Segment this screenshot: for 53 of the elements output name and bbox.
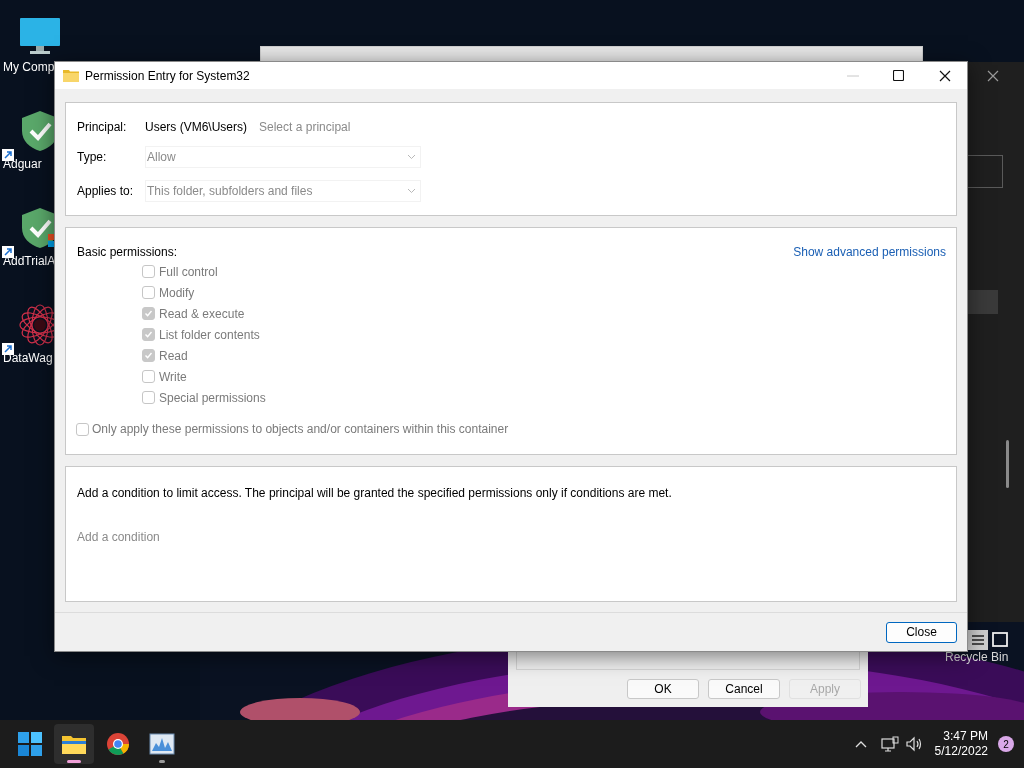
field-label: Applies to: xyxy=(77,183,135,201)
shortcut-arrow-icon xyxy=(2,149,14,161)
check-icon xyxy=(144,309,153,319)
desktop-icon-label[interactable]: Adguar xyxy=(0,155,42,173)
field-label: Principal: xyxy=(77,119,128,137)
shortcut-arrow-icon xyxy=(2,246,14,258)
close-button[interactable]: Close xyxy=(886,621,957,643)
checkbox-label: Read xyxy=(159,347,188,365)
checkbox-label: Read & execute xyxy=(159,305,245,323)
speaker-icon[interactable] xyxy=(904,736,923,752)
network-icon[interactable] xyxy=(880,736,899,752)
clock-time[interactable]: 3:47 PM xyxy=(943,729,988,744)
close-icon[interactable] xyxy=(939,69,951,82)
checkbox-label: Write xyxy=(159,368,187,386)
checkbox-label: Modify xyxy=(159,284,195,302)
notification-count[interactable]: 2 xyxy=(998,736,1014,752)
window-title: Permission Entry for System32 xyxy=(85,67,250,85)
link[interactable]: Select a principal xyxy=(259,118,351,137)
section-heading: Basic permissions: xyxy=(77,244,178,262)
scrollbar-thumb[interactable] xyxy=(1006,440,1009,488)
folder-icon[interactable] xyxy=(61,733,87,755)
checkbox-label: Special permissions xyxy=(159,389,266,407)
chevron-down-icon xyxy=(407,188,416,195)
taskbar-button[interactable] xyxy=(54,724,94,764)
monitor-icon xyxy=(18,16,62,56)
chevron-down-icon xyxy=(407,154,416,161)
desktop-icon-label[interactable]: DataWag xyxy=(0,349,53,367)
maximize-icon[interactable] xyxy=(893,70,904,82)
check-icon xyxy=(144,351,153,361)
close-icon[interactable] xyxy=(987,70,999,82)
principal-value: Users (VM6\Users) xyxy=(145,119,247,137)
checkbox-label: List folder contents xyxy=(159,326,260,344)
checkbox-label: Only apply these permissions to objects and/or containers within this container xyxy=(92,421,509,439)
desktop-icon-label[interactable]: AddTrialA xyxy=(0,252,56,270)
desktop-icon-label[interactable]: Recycle Bin xyxy=(945,648,1009,666)
folder-icon xyxy=(63,69,79,83)
browser-icon[interactable] xyxy=(106,732,130,756)
windows-start-icon[interactable] xyxy=(18,732,42,756)
dialog-button[interactable]: Cancel xyxy=(708,679,780,699)
chart-window-icon[interactable] xyxy=(149,733,175,755)
condition-description: Add a condition to limit access. The principal will be granted the specified permissions only if conditions are met. xyxy=(77,485,673,503)
dialog-button[interactable]: OK xyxy=(627,679,699,699)
clock-date[interactable]: 5/12/2022 xyxy=(934,744,988,759)
chevron-up-icon[interactable] xyxy=(854,740,867,748)
list-view-icon[interactable] xyxy=(968,630,988,650)
link[interactable]: Show advanced permissions xyxy=(793,243,946,262)
field-label: Type: xyxy=(77,149,108,167)
checkbox-label: Full control xyxy=(159,263,218,281)
shortcut-arrow-icon xyxy=(2,343,14,355)
desktop-icon-label[interactable]: My Comp xyxy=(0,58,55,76)
tile-view-icon[interactable] xyxy=(990,630,1010,650)
link[interactable]: Add a condition xyxy=(77,528,160,547)
check-icon xyxy=(144,330,153,340)
